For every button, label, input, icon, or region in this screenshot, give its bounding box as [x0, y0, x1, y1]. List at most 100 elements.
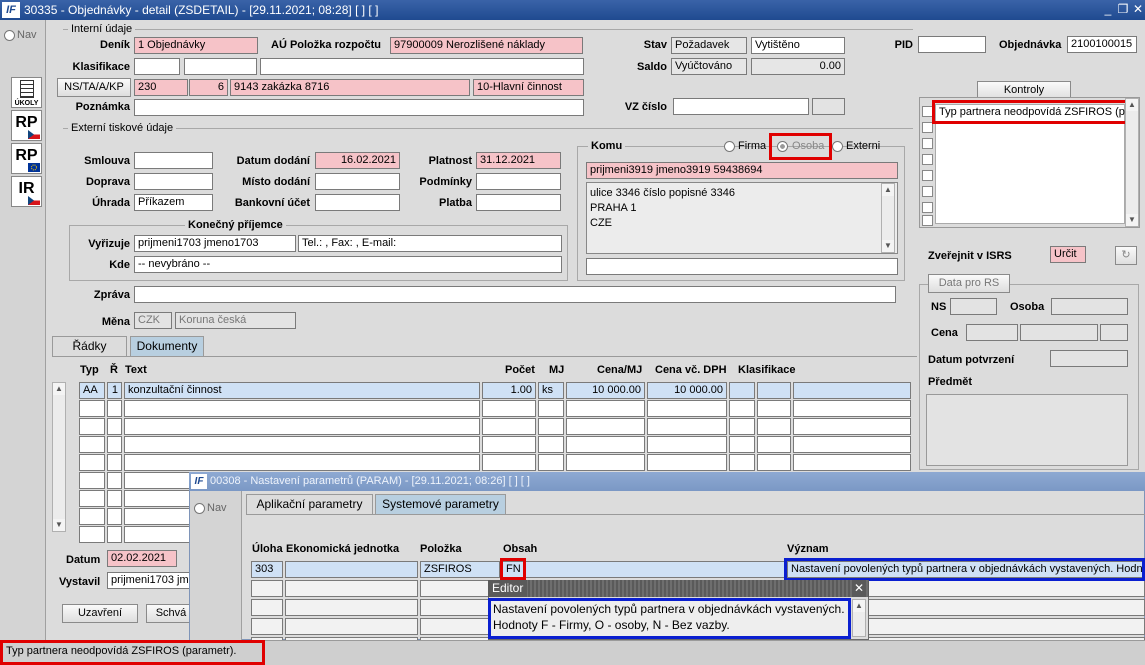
grid-cell[interactable] [107, 508, 122, 525]
radio-firma[interactable] [724, 141, 735, 152]
komu-name-field[interactable]: prijmeni3919 jmeno3919 59438694 [586, 162, 898, 179]
grid-cell[interactable] [107, 472, 122, 489]
tab-dokumenty[interactable]: Dokumenty [130, 336, 204, 356]
grid-cell[interactable]: 1 [107, 382, 122, 399]
grid-cell[interactable] [566, 418, 645, 435]
uhrada-field[interactable]: Příkazem [134, 194, 213, 211]
tab-systemove-parametry[interactable]: Systemové parametry [375, 494, 506, 514]
grid-cell[interactable] [482, 454, 536, 471]
grid-cell[interactable] [647, 418, 727, 435]
grid-cell[interactable]: 10 000.00 [566, 382, 645, 399]
kontroly-checkbox[interactable] [922, 138, 933, 149]
param-ekonomicka-cell[interactable] [285, 561, 418, 578]
mena-name-field[interactable]: Koruna česká [175, 312, 296, 329]
grid-cell[interactable] [538, 418, 564, 435]
param-grid-cell[interactable] [251, 618, 283, 635]
restore-icon[interactable]: ❐ [1116, 2, 1130, 16]
address-scrollbar[interactable]: ▲ ▼ [881, 183, 895, 253]
grid-cell[interactable] [79, 418, 105, 435]
grid-cell[interactable] [124, 454, 480, 471]
grid-cell[interactable] [107, 454, 122, 471]
saldo-field-1[interactable]: Vyúčtováno [671, 58, 747, 75]
klasifikace-field-3[interactable] [260, 58, 584, 75]
grid-cell[interactable]: 1.00 [482, 382, 536, 399]
grid-cell[interactable] [729, 400, 755, 417]
grid-cell[interactable] [107, 418, 122, 435]
nav-radio[interactable] [4, 30, 15, 41]
grid-cell[interactable] [79, 490, 105, 507]
param-grid-cell[interactable] [251, 599, 283, 616]
grid-cell[interactable] [482, 400, 536, 417]
datum-dodani-field[interactable]: 16.02.2021 [315, 152, 400, 169]
grid-cell[interactable] [538, 400, 564, 417]
param-grid-cell[interactable] [251, 580, 283, 597]
grid-cell[interactable] [124, 400, 480, 417]
grid-cell[interactable] [482, 436, 536, 453]
grid-cell[interactable] [482, 418, 536, 435]
kontroly-scrollbar[interactable]: ▲ ▼ [1125, 98, 1139, 227]
grid-cell[interactable] [757, 418, 791, 435]
grid-cell[interactable] [793, 400, 911, 417]
rs-predmet-field[interactable] [926, 394, 1128, 466]
platba-field[interactable] [476, 194, 561, 211]
zprava-field[interactable] [134, 286, 896, 303]
platnost-field[interactable]: 31.12.2021 [476, 152, 561, 169]
kp-field[interactable]: 10-Hlavní činnost [473, 79, 584, 96]
vz-field-2[interactable] [812, 98, 845, 115]
param-obsah-cell[interactable]: FN [502, 561, 785, 578]
radio-externi[interactable] [832, 141, 843, 152]
grid-cell[interactable] [647, 454, 727, 471]
poznamka-field[interactable] [134, 99, 584, 116]
grid-cell[interactable] [79, 508, 105, 525]
tab-aplikacni-parametry[interactable]: Aplikační parametry [246, 494, 373, 514]
grid-cell[interactable] [757, 400, 791, 417]
grid-cell[interactable] [647, 400, 727, 417]
ns-field[interactable]: 230 [134, 79, 188, 96]
vystavil-field[interactable]: prijmeni1703 jmeno1703 [107, 572, 193, 589]
param-nav-radio[interactable] [194, 503, 205, 514]
kde-field[interactable]: -- nevybráno -- [134, 256, 562, 273]
rs-cena-field-3[interactable] [1100, 324, 1128, 341]
grid-cell[interactable] [107, 436, 122, 453]
kontroly-checkbox[interactable] [922, 202, 933, 213]
grid-cell[interactable]: 10 000.00 [647, 382, 727, 399]
refresh-button[interactable]: ↻ [1115, 246, 1137, 265]
rs-datum-field[interactable] [1050, 350, 1128, 367]
vyrizuje-field[interactable]: prijmeni1703 jmeno1703 [134, 235, 296, 252]
zverejnit-field[interactable]: Určit [1050, 246, 1086, 263]
ir-button[interactable]: IR [11, 176, 42, 207]
komu-address[interactable]: ulice 3346 číslo popisné 3346 PRAHA 1 CZ… [586, 182, 898, 254]
uzavreni-button[interactable]: Uzavření [62, 604, 138, 623]
mena-code-field[interactable]: CZK [134, 312, 172, 329]
close-icon[interactable]: ✕ [1131, 2, 1145, 16]
denik-field[interactable]: 1 Objednávky [134, 37, 258, 54]
grid-cell[interactable] [729, 418, 755, 435]
stav-field-2[interactable]: Vytištěno [751, 37, 845, 54]
grid-cell[interactable] [124, 436, 480, 453]
saldo-field-2[interactable]: 0.00 [751, 58, 845, 75]
scroll-up-icon[interactable]: ▲ [53, 383, 65, 395]
vz-field[interactable] [673, 98, 809, 115]
tab-radky[interactable]: Řádky [52, 336, 127, 356]
a-field[interactable]: 9143 zakázka 8716 [230, 79, 470, 96]
grid-cell[interactable] [757, 454, 791, 471]
param-grid-cell[interactable] [285, 618, 418, 635]
param-grid-cell[interactable] [285, 599, 418, 616]
kontroly-checkbox[interactable] [922, 170, 933, 181]
grid-cell[interactable] [79, 436, 105, 453]
grid-cell[interactable] [79, 526, 105, 543]
grid-cell[interactable] [79, 472, 105, 489]
grid-cell[interactable] [538, 454, 564, 471]
grid-cell[interactable] [793, 454, 911, 471]
editor-close-icon[interactable]: ✕ [851, 580, 866, 597]
grid-cell[interactable] [566, 454, 645, 471]
grid-cell[interactable] [729, 454, 755, 471]
podminky-field[interactable] [476, 173, 561, 190]
grid-cell[interactable] [729, 382, 755, 399]
kontroly-checkbox[interactable] [922, 215, 933, 226]
kontroly-checkbox[interactable] [922, 186, 933, 197]
klasifikace-field-2[interactable] [184, 58, 257, 75]
param-polozka-cell[interactable]: ZSFIROS [420, 561, 500, 578]
grid-cell[interactable]: AA [79, 382, 105, 399]
scroll-down-icon[interactable]: ▼ [882, 240, 894, 252]
